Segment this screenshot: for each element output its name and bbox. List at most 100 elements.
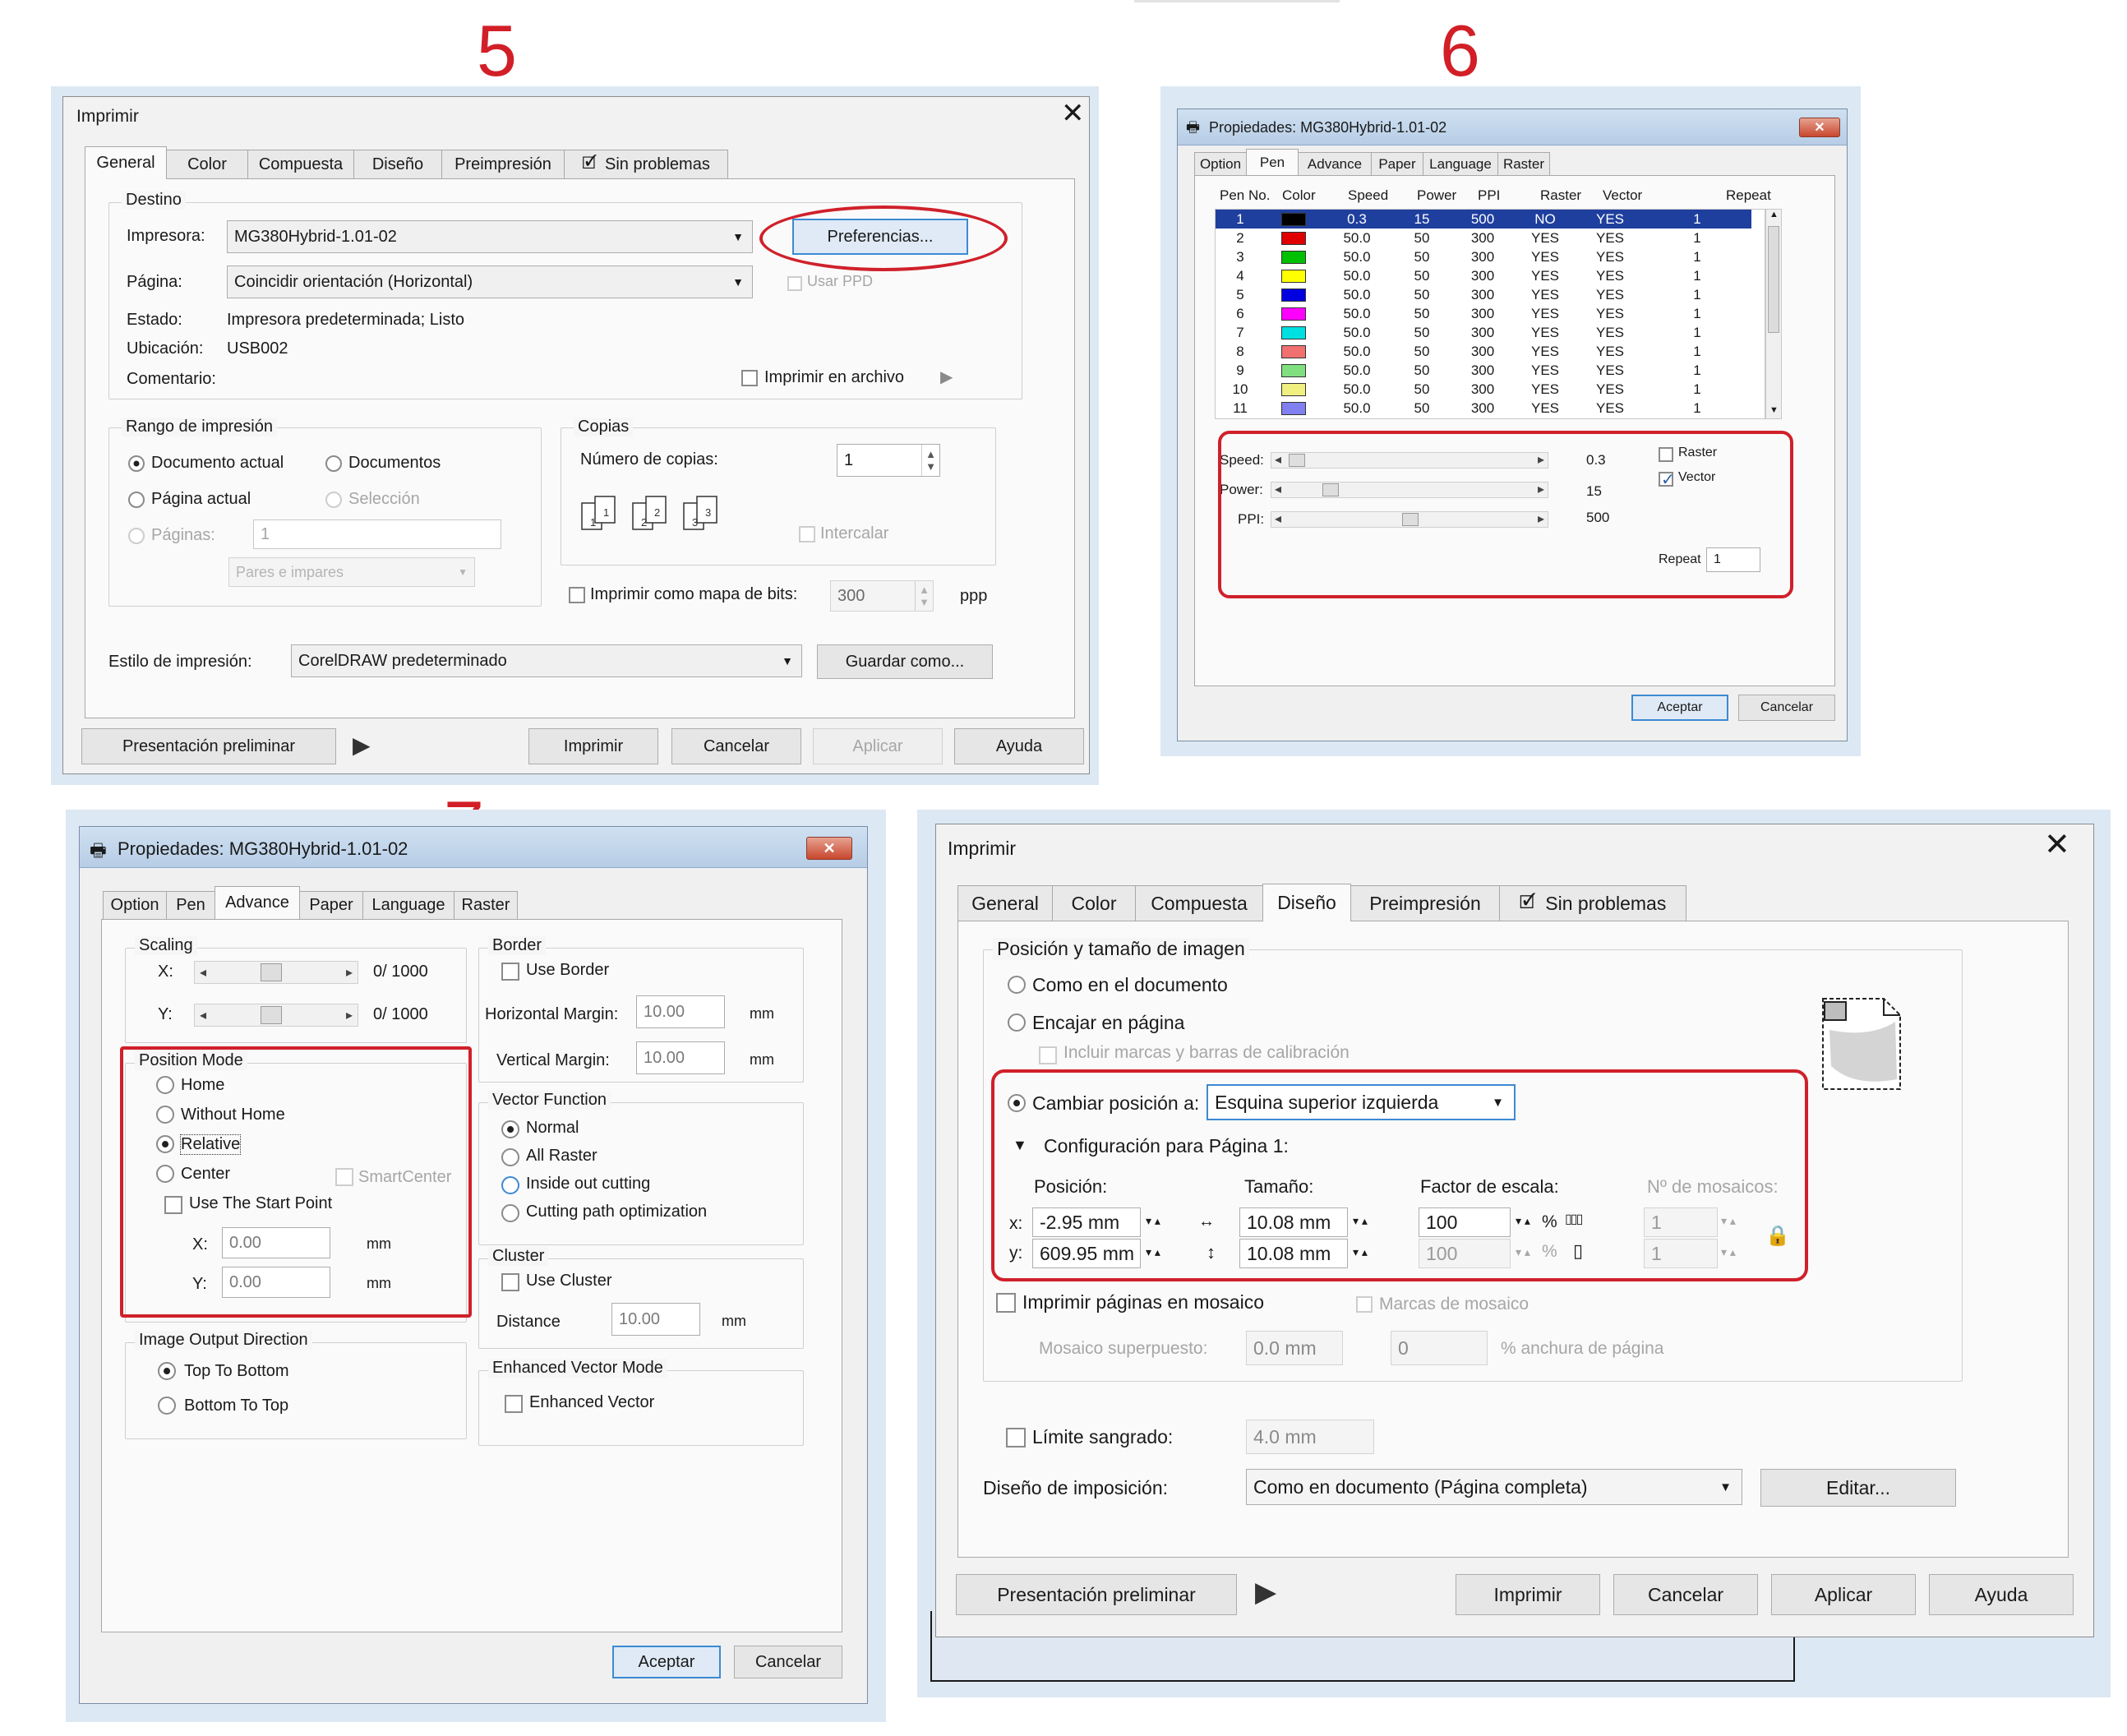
documento-actual-radio[interactable] (128, 455, 145, 472)
presentacion-preliminar-button[interactable]: Presentación preliminar (956, 1574, 1237, 1615)
scale-x-slider[interactable]: ◂ ▸ (194, 961, 358, 984)
pagina-select[interactable]: Coincidir orientación (Horizontal) ▼ (227, 265, 753, 298)
vertical-margin-input[interactable]: 10.00 (636, 1041, 725, 1074)
imprimir-button[interactable]: Imprimir (1456, 1574, 1600, 1615)
close-icon[interactable]: ✕ (1061, 97, 1085, 130)
cancelar-button[interactable]: Cancelar (1738, 695, 1835, 721)
horizontal-margin-input[interactable]: 10.00 (636, 995, 725, 1028)
use-border-checkbox[interactable] (501, 963, 519, 981)
scroll-down-icon[interactable]: ▼ (1769, 405, 1779, 415)
ayuda-button[interactable]: Ayuda (1929, 1574, 2074, 1615)
aplicar-button[interactable]: Aplicar (813, 728, 943, 764)
pen-row[interactable]: 9 50.0 50 300 YES YES 1 (1216, 361, 1751, 380)
tab-diseno[interactable]: Diseño (353, 150, 442, 179)
encajar-radio[interactable] (1008, 1013, 1026, 1032)
aceptar-button[interactable]: Aceptar (612, 1646, 721, 1678)
play-icon[interactable]: ▶ (353, 732, 371, 759)
pen-list[interactable]: 1 0.3 15 500 NO YES 1 2 50.0 50 300 YES YES 1 3 50.0 50 3… (1215, 209, 1765, 419)
pen-list-scrollbar[interactable]: ▲ ▼ (1765, 209, 1782, 419)
bottom-to-top-radio[interactable] (158, 1397, 176, 1415)
pares-select[interactable]: Pares e impares ▼ (228, 557, 475, 587)
tab-general[interactable]: General (85, 146, 167, 179)
arrow-right-icon[interactable]: ▸ (346, 1007, 353, 1023)
use-cluster-checkbox[interactable] (501, 1273, 519, 1291)
scale-x-thumb[interactable] (261, 963, 282, 981)
cutting-path-radio[interactable] (501, 1204, 519, 1222)
mapa-bits-input[interactable]: 300 ▲ ▼ (830, 580, 934, 612)
arrow-left-icon[interactable]: ◂ (200, 964, 206, 981)
close-icon[interactable]: ✕ (2044, 826, 2070, 863)
pen-row[interactable]: 5 50.0 50 300 YES YES 1 (1216, 285, 1751, 304)
impresora-select[interactable]: MG380Hybrid-1.01-02 ▼ (227, 220, 753, 253)
pen-row[interactable]: 11 50.0 50 300 YES YES 1 (1216, 399, 1751, 418)
paginas-input[interactable]: 1 (253, 519, 501, 549)
limite-sangrado-checkbox[interactable] (1006, 1428, 1026, 1447)
tab-color[interactable]: Color (166, 150, 248, 179)
pen-row[interactable]: 3 50.0 50 300 YES YES 1 (1216, 247, 1751, 266)
tab-general[interactable]: General (957, 885, 1053, 921)
tab-diseno[interactable]: Diseño (1262, 884, 1351, 921)
arrow-right-icon[interactable]: ▸ (346, 964, 353, 981)
tab-advance[interactable]: Advance (1298, 152, 1372, 175)
mapa-bits-checkbox[interactable] (569, 587, 585, 603)
diseno-imposicion-select[interactable]: Como en documento (Página completa) ▼ (1246, 1469, 1742, 1505)
copias-spinner-icon[interactable]: ▲ ▼ (921, 445, 939, 476)
mosaico-pct-input[interactable]: 0 (1391, 1331, 1488, 1365)
presentacion-preliminar-button[interactable]: Presentación preliminar (81, 728, 336, 764)
tab-compuesta[interactable]: Compuesta (1135, 885, 1263, 921)
mapa-spinner-icon[interactable]: ▲ ▼ (915, 581, 933, 611)
tab-preimpresion[interactable]: Preimpresión (441, 150, 565, 179)
tab-raster[interactable]: Raster (1497, 152, 1550, 175)
top-to-bottom-radio[interactable] (158, 1362, 176, 1380)
arrow-left-icon[interactable]: ◂ (200, 1007, 206, 1023)
scale-y-thumb[interactable] (261, 1006, 282, 1024)
tab-paper[interactable]: Paper (1371, 152, 1423, 175)
play-icon[interactable]: ▶ (1255, 1576, 1276, 1609)
pen-row[interactable]: 6 50.0 50 300 YES YES 1 (1216, 304, 1751, 323)
imprimir-archivo-checkbox[interactable] (741, 370, 758, 386)
distance-input[interactable]: 10.00 (611, 1303, 700, 1336)
cancelar-button[interactable]: Cancelar (734, 1646, 842, 1678)
tab-preimpresion[interactable]: Preimpresión (1350, 885, 1500, 921)
tab-paper[interactable]: Paper (299, 891, 363, 919)
inside-out-radio[interactable] (501, 1176, 519, 1194)
pen-row[interactable]: 10 50.0 50 300 YES YES 1 (1216, 380, 1751, 399)
aceptar-button[interactable]: Aceptar (1631, 695, 1728, 721)
tab-advance[interactable]: Advance (215, 886, 300, 919)
close-icon[interactable]: ✕ (1799, 118, 1840, 137)
ayuda-button[interactable]: Ayuda (954, 728, 1084, 764)
cancelar-button[interactable]: Cancelar (671, 728, 801, 764)
tab-option[interactable]: Option (103, 891, 167, 919)
imprimir-mosaico-checkbox[interactable] (996, 1293, 1016, 1313)
estilo-select[interactable]: CorelDRAW predeterminado ▼ (291, 644, 802, 677)
cancelar-button[interactable]: Cancelar (1613, 1574, 1758, 1615)
seleccion-radio[interactable] (325, 492, 342, 508)
limite-sangrado-input[interactable]: 4.0 mm (1246, 1420, 1374, 1454)
pen-row[interactable]: 8 50.0 50 300 YES YES 1 (1216, 342, 1751, 361)
pagina-actual-radio[interactable] (128, 492, 145, 508)
tab-sin-problemas[interactable]: 🗹 Sin problemas (1499, 885, 1686, 921)
imprimir-button[interactable]: Imprimir (528, 728, 658, 764)
documentos-radio[interactable] (325, 455, 342, 472)
editar-button[interactable]: Editar... (1760, 1469, 1956, 1507)
tab-compuesta[interactable]: Compuesta (247, 150, 354, 179)
tab-option[interactable]: Option (1194, 152, 1247, 175)
marcas-mosaico-checkbox[interactable] (1356, 1296, 1373, 1313)
intercalar-checkbox[interactable] (799, 526, 815, 542)
scroll-thumb[interactable] (1768, 226, 1779, 333)
paginas-radio[interactable] (128, 528, 145, 544)
tab-pen[interactable]: Pen (166, 891, 215, 919)
como-documento-radio[interactable] (1008, 976, 1026, 994)
aplicar-button[interactable]: Aplicar (1771, 1574, 1916, 1615)
pen-table[interactable]: 1 0.3 15 500 NO YES 1 2 50.0 50 300 YES YES 1 3 50.0 50 3… (1216, 210, 1751, 418)
close-icon[interactable]: ✕ (806, 837, 852, 860)
tab-sin-problemas[interactable]: 🗹 Sin problemas (564, 150, 728, 179)
pen-row[interactable]: 1 0.3 15 500 NO YES 1 (1216, 210, 1751, 229)
all-raster-radio[interactable] (501, 1148, 519, 1166)
normal-radio[interactable] (501, 1120, 519, 1138)
tab-language[interactable]: Language (362, 891, 454, 919)
pen-row[interactable]: 2 50.0 50 300 YES YES 1 (1216, 229, 1751, 247)
incluir-marcas-checkbox[interactable] (1039, 1046, 1057, 1064)
tab-raster[interactable]: Raster (454, 891, 518, 919)
tab-pen[interactable]: Pen (1246, 149, 1299, 175)
